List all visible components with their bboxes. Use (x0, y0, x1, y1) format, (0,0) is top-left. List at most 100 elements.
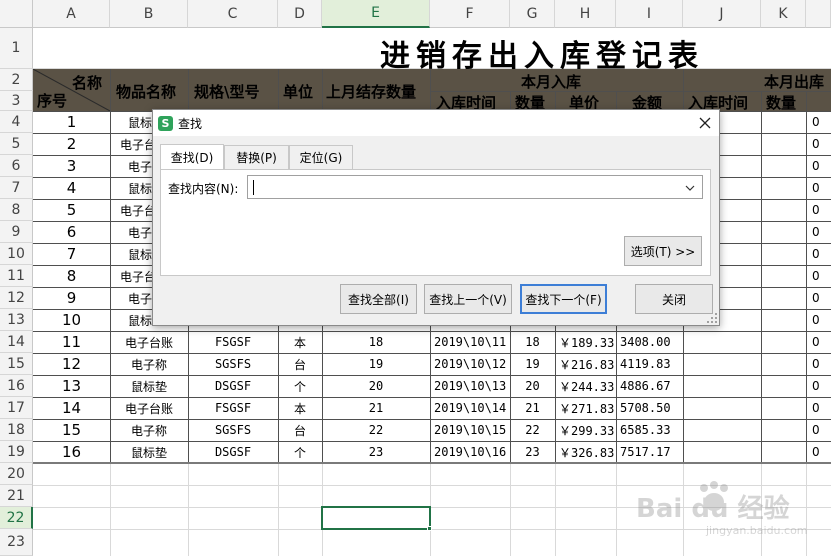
cell-spec[interactable]: SGSFS (188, 353, 278, 375)
row-header-7[interactable]: 7 (0, 177, 33, 199)
row-header-18[interactable]: 18 (0, 419, 33, 441)
cell-in-qty[interactable]: 20 (510, 375, 555, 397)
column-header-e[interactable]: E (322, 0, 430, 28)
row-header-14[interactable]: 14 (0, 331, 33, 353)
cell-in-price[interactable]: ￥271.83 (555, 397, 616, 419)
cell-last-qty[interactable]: 20 (322, 375, 430, 397)
cell-in-amount[interactable]: 5708.50 (616, 397, 683, 419)
cell-unit[interactable]: 本 (278, 331, 322, 353)
cell-last-qty[interactable]: 18 (322, 331, 430, 353)
cell-seq[interactable]: 15 (33, 419, 110, 441)
cell-k[interactable]: 0 (806, 177, 831, 199)
cell-item[interactable]: 电子台账 (110, 331, 188, 353)
fill-handle[interactable] (427, 526, 432, 531)
cell-unit[interactable]: 个 (278, 441, 322, 463)
row-header-1[interactable]: 1 (0, 28, 33, 69)
cell-in-amount[interactable]: 4886.67 (616, 375, 683, 397)
row-header-2[interactable]: 2 (0, 69, 33, 91)
cell-in-price[interactable]: ￥326.83 (555, 441, 616, 463)
cell-item[interactable]: 电子称 (110, 419, 188, 441)
cell-k[interactable]: 0 (806, 375, 831, 397)
cell-seq[interactable]: 2 (33, 133, 110, 155)
cell-seq[interactable]: 11 (33, 331, 110, 353)
cell-last-qty[interactable]: 19 (322, 353, 430, 375)
cell-k[interactable]: 0 (806, 441, 831, 463)
row-header-8[interactable]: 8 (0, 199, 33, 221)
row-header-4[interactable]: 4 (0, 111, 33, 133)
dialog-titlebar[interactable]: S 查找 (153, 110, 719, 136)
cell-in-amount[interactable]: 7517.17 (616, 441, 683, 463)
cell-in-amount[interactable]: 4119.83 (616, 353, 683, 375)
close-icon[interactable] (693, 111, 717, 135)
cell-in-qty[interactable]: 18 (510, 331, 555, 353)
cell-seq[interactable]: 8 (33, 265, 110, 287)
column-header-j[interactable]: J (683, 0, 761, 28)
cell-seq[interactable]: 12 (33, 353, 110, 375)
cell-seq[interactable]: 10 (33, 309, 110, 331)
cell-spec[interactable]: DSGSF (188, 375, 278, 397)
options-button[interactable]: 选项(T) >> (624, 236, 702, 266)
row-header-12[interactable]: 12 (0, 287, 33, 309)
cell-seq[interactable]: 3 (33, 155, 110, 177)
cell-seq[interactable]: 14 (33, 397, 110, 419)
cell-in-price[interactable]: ￥189.33 (555, 331, 616, 353)
cell-spec[interactable]: FSGSF (188, 397, 278, 419)
cell-in-amount[interactable]: 6585.33 (616, 419, 683, 441)
cell-seq[interactable]: 6 (33, 221, 110, 243)
row-header-10[interactable]: 10 (0, 243, 33, 265)
cell-in-time[interactable]: 2019\10\11 (430, 331, 510, 353)
cell-k[interactable]: 0 (806, 199, 831, 221)
cell-in-price[interactable]: ￥216.83 (555, 353, 616, 375)
column-header-b[interactable]: B (110, 0, 188, 28)
cell-k[interactable]: 0 (806, 419, 831, 441)
cell-unit[interactable]: 台 (278, 419, 322, 441)
tab-find[interactable]: 查找(D) (160, 144, 224, 170)
row-header-6[interactable]: 6 (0, 155, 33, 177)
column-header-d[interactable]: D (278, 0, 322, 28)
row-header-19[interactable]: 19 (0, 441, 33, 463)
cell-seq[interactable]: 4 (33, 177, 110, 199)
cell-seq[interactable]: 1 (33, 111, 110, 133)
cell-in-qty[interactable]: 23 (510, 441, 555, 463)
cell-k[interactable]: 0 (806, 111, 831, 133)
row-header-5[interactable]: 5 (0, 133, 33, 155)
cell-k[interactable]: 0 (806, 133, 831, 155)
cell-k[interactable]: 0 (806, 155, 831, 177)
cell-item[interactable]: 电子台账 (110, 397, 188, 419)
row-header-16[interactable]: 16 (0, 375, 33, 397)
column-header-i[interactable]: I (616, 0, 683, 28)
cell-k[interactable]: 0 (806, 265, 831, 287)
cell-in-time[interactable]: 2019\10\15 (430, 419, 510, 441)
cell-item[interactable]: 鼠标垫 (110, 375, 188, 397)
cell-spec[interactable]: DSGSF (188, 441, 278, 463)
row-header-17[interactable]: 17 (0, 397, 33, 419)
row-header-15[interactable]: 15 (0, 353, 33, 375)
cell-k[interactable]: 0 (806, 309, 831, 331)
column-header-k[interactable]: K (761, 0, 806, 28)
cell-item[interactable]: 电子称 (110, 353, 188, 375)
cell-seq[interactable]: 13 (33, 375, 110, 397)
row-header-3[interactable]: 3 (0, 91, 33, 111)
cell-unit[interactable]: 个 (278, 375, 322, 397)
row-header-21[interactable]: 21 (0, 485, 33, 507)
cell-k[interactable]: 0 (806, 397, 831, 419)
cell-in-qty[interactable]: 22 (510, 419, 555, 441)
cell-in-amount[interactable]: 3408.00 (616, 331, 683, 353)
row-header-23[interactable]: 23 (0, 529, 33, 556)
find-all-button[interactable]: 查找全部(I) (340, 284, 417, 314)
cell-in-price[interactable]: ￥244.33 (555, 375, 616, 397)
cell-in-time[interactable]: 2019\10\13 (430, 375, 510, 397)
cell-in-price[interactable]: ￥299.33 (555, 419, 616, 441)
tab-replace[interactable]: 替换(P) (224, 145, 289, 169)
cell-in-qty[interactable]: 21 (510, 397, 555, 419)
active-cell-e22[interactable] (321, 506, 431, 530)
row-header-9[interactable]: 9 (0, 221, 33, 243)
cell-in-qty[interactable]: 19 (510, 353, 555, 375)
column-header-a[interactable]: A (33, 0, 110, 28)
resize-grip-icon[interactable] (706, 312, 718, 324)
cell-seq[interactable]: 7 (33, 243, 110, 265)
close-button[interactable]: 关闭 (635, 284, 713, 314)
cell-k[interactable]: 0 (806, 331, 831, 353)
column-header-g[interactable]: G (510, 0, 555, 28)
column-header-h[interactable]: H (555, 0, 616, 28)
